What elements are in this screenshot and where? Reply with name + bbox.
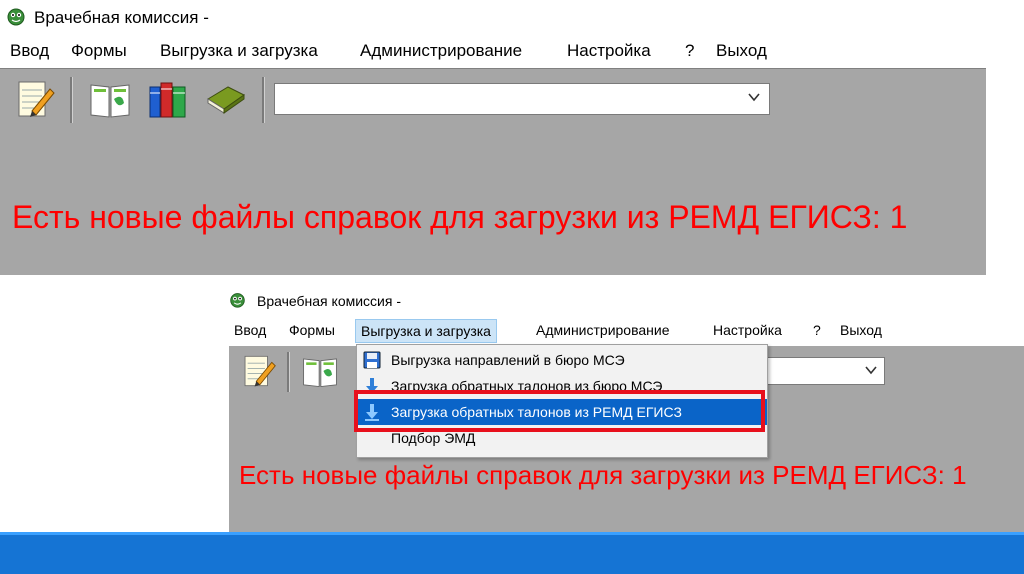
save-disk-icon xyxy=(363,351,381,369)
zoomed-window: Врачебная комиссия - Ввод Формы Выгрузка… xyxy=(229,286,1024,532)
notepad-pen-icon[interactable] xyxy=(239,352,277,390)
app-logo-icon xyxy=(7,8,25,26)
toolbar-separator xyxy=(287,352,290,392)
taskbar xyxy=(0,532,1024,574)
chevron-down-icon[interactable] xyxy=(864,363,878,377)
menu-bar: Ввод Формы Выгрузка и загрузка Администр… xyxy=(0,37,986,63)
open-book-icon[interactable] xyxy=(301,352,339,390)
menu-vykhod[interactable]: Выход xyxy=(716,41,767,61)
status-panel: Есть новые файлы справок для загрузки из… xyxy=(0,131,986,275)
filter-combobox[interactable] xyxy=(274,83,770,115)
menu-formy[interactable]: Формы xyxy=(289,322,335,338)
menu-vygruzka-zagruzka[interactable]: Выгрузка и загрузка xyxy=(160,41,318,61)
chevron-down-icon[interactable] xyxy=(747,90,761,104)
toolbar-separator xyxy=(262,77,265,123)
menu-vvod[interactable]: Ввод xyxy=(234,322,266,338)
toolbar-separator xyxy=(70,77,73,123)
menu-help[interactable]: ? xyxy=(813,322,821,338)
annotation-highlight-box xyxy=(354,390,765,432)
menu-nastroyka[interactable]: Настройка xyxy=(567,41,651,61)
window-title: Врачебная комиссия - xyxy=(34,8,209,27)
new-files-notice: Есть новые файлы справок для загрузки из… xyxy=(12,199,908,235)
menu-administrirovanie[interactable]: Администрирование xyxy=(360,41,522,61)
app-logo-icon xyxy=(230,293,245,308)
main-window: Врачебная комиссия - Ввод Формы Выгрузка… xyxy=(0,0,986,275)
menu-formy[interactable]: Формы xyxy=(71,41,127,61)
window-title: Врачебная комиссия - xyxy=(257,293,401,309)
filter-combobox[interactable] xyxy=(759,357,885,385)
toolbar xyxy=(0,68,986,131)
menu-item-export-mse[interactable]: Выгрузка направлений в бюро МСЭ xyxy=(357,347,767,373)
green-book-icon[interactable] xyxy=(204,77,248,121)
menu-vygruzka-zagruzka[interactable]: Выгрузка и загрузка xyxy=(355,319,497,343)
open-book-icon[interactable] xyxy=(88,77,132,121)
menu-administrirovanie[interactable]: Администрирование xyxy=(536,322,670,338)
taskbar-accent-line xyxy=(0,532,1024,535)
notepad-pen-icon[interactable] xyxy=(12,77,56,121)
new-files-notice: Есть новые файлы справок для загрузки из… xyxy=(239,460,967,490)
menu-nastroyka[interactable]: Настройка xyxy=(713,322,782,338)
menu-item-label: Подбор ЭМД xyxy=(391,430,476,446)
menu-item-label: Выгрузка направлений в бюро МСЭ xyxy=(391,352,625,368)
books-stack-icon[interactable] xyxy=(146,77,190,121)
menu-help[interactable]: ? xyxy=(685,41,694,61)
menu-vykhod[interactable]: Выход xyxy=(840,322,882,338)
menu-bar: Ввод Формы Выгрузка и загрузка Администр… xyxy=(229,319,1024,343)
menu-vvod[interactable]: Ввод xyxy=(10,41,49,61)
